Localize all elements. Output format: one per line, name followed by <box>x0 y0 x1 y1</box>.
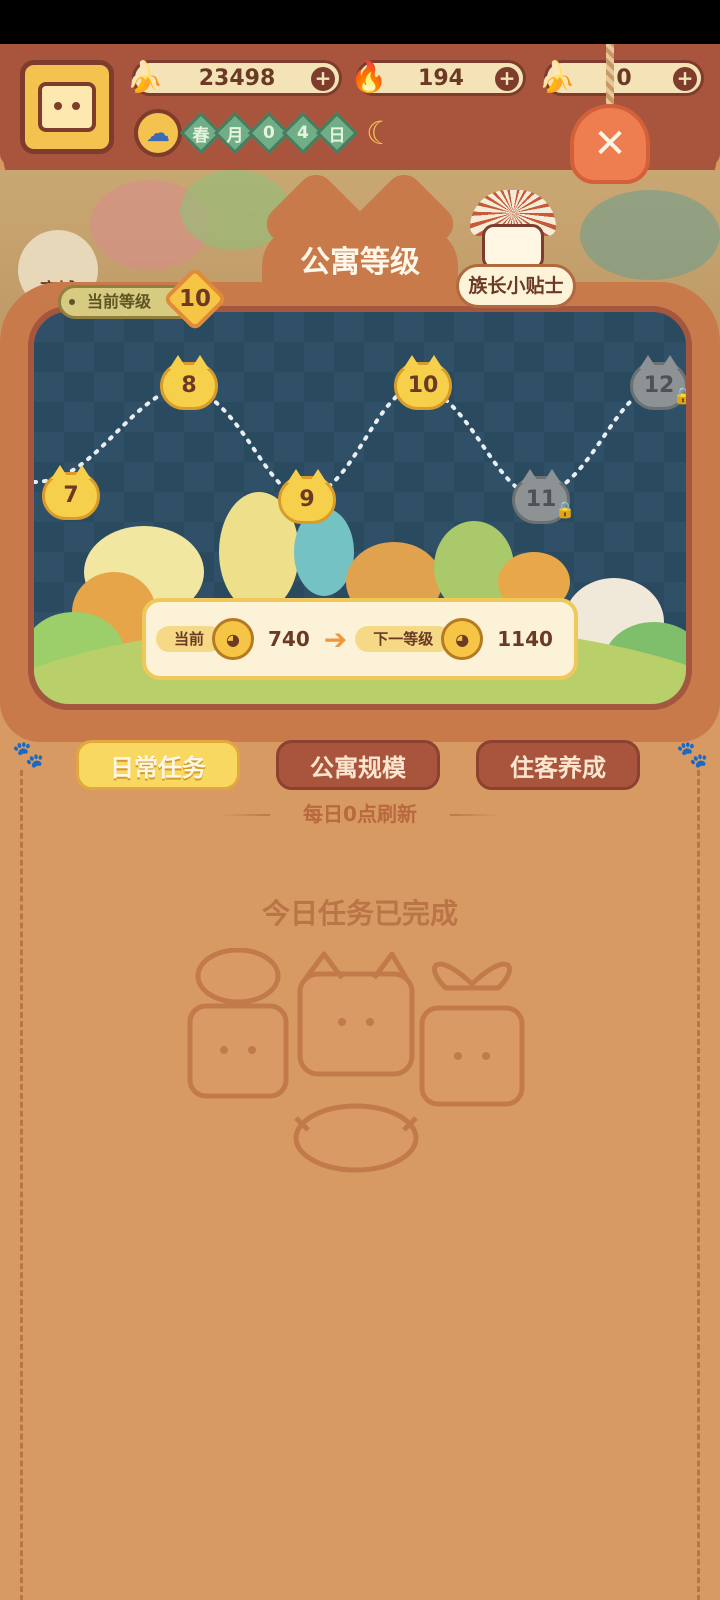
level-node-8[interactable]: 8 <box>160 355 218 410</box>
add-blue-banana-button[interactable]: + <box>673 67 697 91</box>
refresh-note: 每日0点刷新 <box>270 799 450 829</box>
panel-title: 公寓等级 <box>262 226 458 300</box>
level-node-7[interactable]: 7 <box>42 465 100 520</box>
current-level-value: 10 <box>178 286 211 312</box>
chief-mascot-icon <box>470 190 556 270</box>
banana-count: 23498 <box>198 65 276 91</box>
level-node-10[interactable]: 10 <box>394 355 452 410</box>
add-flame-button[interactable]: + <box>495 67 519 91</box>
currency-banana: 🍌 23498 + <box>126 60 342 96</box>
avatar-face-icon <box>38 82 96 132</box>
weather-icon: ☁ <box>134 109 182 157</box>
tasks-completed-text: 今日任务已完成 <box>261 897 458 930</box>
level-node-11[interactable]: 11 🔒 <box>512 469 575 524</box>
lock-icon: 🔒 <box>555 500 575 519</box>
banana-icon: 🍌 <box>126 59 164 95</box>
arrow-right-icon: ➔ <box>323 622 348 656</box>
close-button[interactable]: ✕ <box>570 104 650 184</box>
chief-tips-button[interactable]: 族长小贴士 <box>456 264 576 308</box>
empty-state-mascots-icon <box>187 948 525 1173</box>
lock-icon: 🔒 <box>673 386 692 405</box>
close-icon: ✕ <box>593 121 627 167</box>
flame-icon: 🔥 <box>350 59 388 95</box>
blue-banana-icon: 🍌 <box>538 59 576 95</box>
paw-icon: 🐾 <box>12 740 45 770</box>
next-level-value: 1140 <box>497 627 553 651</box>
game-date: ☁ 春 月 0 4 日 ☾ <box>134 109 395 157</box>
flame-count: 194 <box>418 65 464 91</box>
currency-blue-banana: 🍌 0 + <box>538 60 704 96</box>
current-value: 740 <box>268 627 310 651</box>
add-banana-button[interactable]: + <box>311 67 335 91</box>
blue-banana-count: 0 <box>616 65 632 91</box>
next-level-label: 下一等级 <box>355 626 452 652</box>
level-node-12[interactable]: 12 🔒 <box>630 355 686 410</box>
currency-flame: 🔥 194 + <box>350 60 526 96</box>
moon-icon: ☾ <box>366 114 395 152</box>
player-avatar[interactable] <box>20 60 114 154</box>
level-progress: 当前 ◕ 740 ➔ 下一等级 ◕ 1140 <box>142 598 578 680</box>
paw-icon: 🐾 <box>676 740 709 770</box>
sun-coin-icon: ◕ <box>212 618 255 660</box>
status-bar <box>0 0 720 44</box>
date-chip: 日 <box>315 111 359 155</box>
sun-coin-icon: ◕ <box>441 618 484 660</box>
level-node-9[interactable]: 9 <box>278 469 336 524</box>
